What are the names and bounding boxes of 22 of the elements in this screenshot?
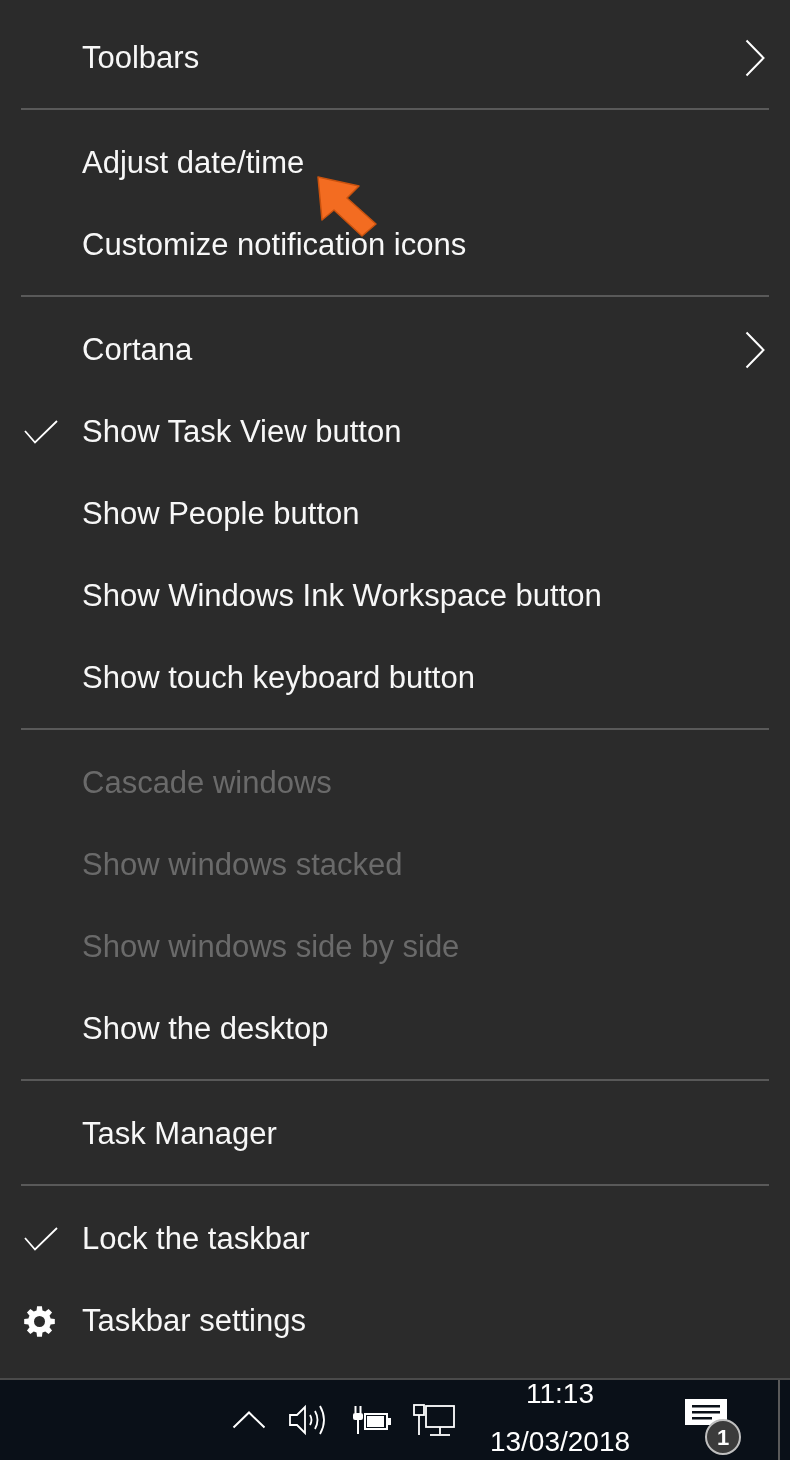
menu-item[interactable]: Show Windows Ink Workspace button: [0, 555, 790, 637]
network-monitor-icon[interactable]: [413, 1403, 455, 1437]
menu-item[interactable]: Task Manager: [0, 1093, 790, 1175]
menu-item[interactable]: Cortana: [0, 309, 790, 391]
chevron-up-icon[interactable]: [232, 1411, 266, 1429]
menu-item[interactable]: Show touch keyboard button: [0, 637, 790, 719]
clock-button[interactable]: 11:13 13/03/2018: [479, 1380, 641, 1460]
chevron-right-icon: [745, 39, 765, 77]
settings-icon: [24, 1305, 55, 1337]
menu-item[interactable]: Taskbar settings: [0, 1280, 790, 1362]
menu-item[interactable]: Customize notification icons: [0, 204, 790, 286]
menu-item[interactable]: Show the desktop: [0, 988, 790, 1070]
battery-plug-icon[interactable]: [352, 1405, 392, 1435]
menu-item[interactable]: Show People button: [0, 473, 790, 555]
notification-button[interactable]: 1: [684, 1398, 742, 1457]
checkmark-icon: [24, 1227, 58, 1251]
menu-item[interactable]: Adjust date/time: [0, 122, 790, 204]
checkmark-icon: [24, 420, 58, 444]
menu-item[interactable]: Toolbars: [0, 17, 790, 99]
menu-item[interactable]: Lock the taskbar: [0, 1198, 790, 1280]
chevron-right-icon: [745, 331, 765, 369]
menu-item[interactable]: Show Task View button: [0, 391, 790, 473]
